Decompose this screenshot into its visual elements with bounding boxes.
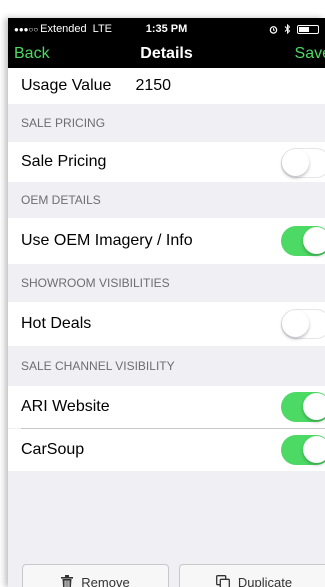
oem-imagery-toggle[interactable] [281, 226, 325, 256]
sale-pricing-row: Sale Pricing [8, 142, 325, 182]
ari-website-toggle[interactable] [281, 392, 325, 422]
page-title: Details [140, 45, 193, 62]
duplicate-button[interactable]: Duplicate [179, 564, 325, 587]
battery-icon [297, 24, 319, 34]
carsoup-label: CarSoup [21, 441, 85, 458]
sale-pricing-toggle[interactable] [281, 148, 325, 178]
status-icons [269, 24, 319, 34]
oem-imagery-label: Use OEM Imagery / Info [21, 232, 193, 249]
section-header-oem-details: OEM DETAILS [8, 182, 325, 218]
usage-value-field[interactable]: 2150 [135, 77, 171, 95]
bluetooth-icon [284, 24, 291, 34]
hot-deals-toggle[interactable] [281, 309, 325, 339]
hot-deals-label: Hot Deals [21, 315, 92, 332]
ari-website-row: ARI Website [8, 386, 325, 428]
duplicate-icon [215, 575, 230, 587]
usage-value-label: Usage Value [21, 77, 112, 94]
phone-screen: ●●●○○ Extended LTE 1:35 PM Back Details … [8, 18, 325, 587]
status-time: 1:35 PM [145, 23, 188, 35]
duplicate-button-label: Duplicate [237, 574, 293, 587]
network-type: LTE [92, 23, 113, 35]
section-header-showroom: SHOWROOM VISIBILITIES [8, 264, 325, 302]
bottom-action-bar: Remove Duplicate [8, 550, 325, 587]
alarm-icon [269, 25, 278, 34]
remove-button[interactable]: Remove [22, 564, 169, 587]
carsoup-row: CarSoup [8, 429, 325, 471]
carsoup-toggle[interactable] [281, 435, 325, 465]
carrier-name: Extended [40, 23, 87, 35]
hot-deals-row: Hot Deals [8, 302, 325, 346]
oem-imagery-row: Use OEM Imagery / Info [8, 218, 325, 264]
ari-website-label: ARI Website [21, 398, 110, 415]
trash-icon [61, 575, 74, 587]
signal-strength: ●●●○○ [14, 24, 39, 34]
save-button[interactable]: Save [295, 45, 325, 63]
remove-button-label: Remove [81, 574, 130, 587]
sale-pricing-label: Sale Pricing [21, 153, 107, 170]
section-header-sale-pricing: SALE PRICING [8, 104, 325, 142]
section-header-sale-channel: SALE CHANNEL VISIBILITY [8, 346, 325, 386]
usage-value-row[interactable]: Usage Value 2150 [8, 68, 325, 104]
navigation-bar: Back Details Save [8, 40, 325, 68]
screenshot-top-strip [0, 0, 325, 18]
status-bar: ●●●○○ Extended LTE 1:35 PM [8, 18, 325, 40]
back-button[interactable]: Back [14, 45, 50, 63]
